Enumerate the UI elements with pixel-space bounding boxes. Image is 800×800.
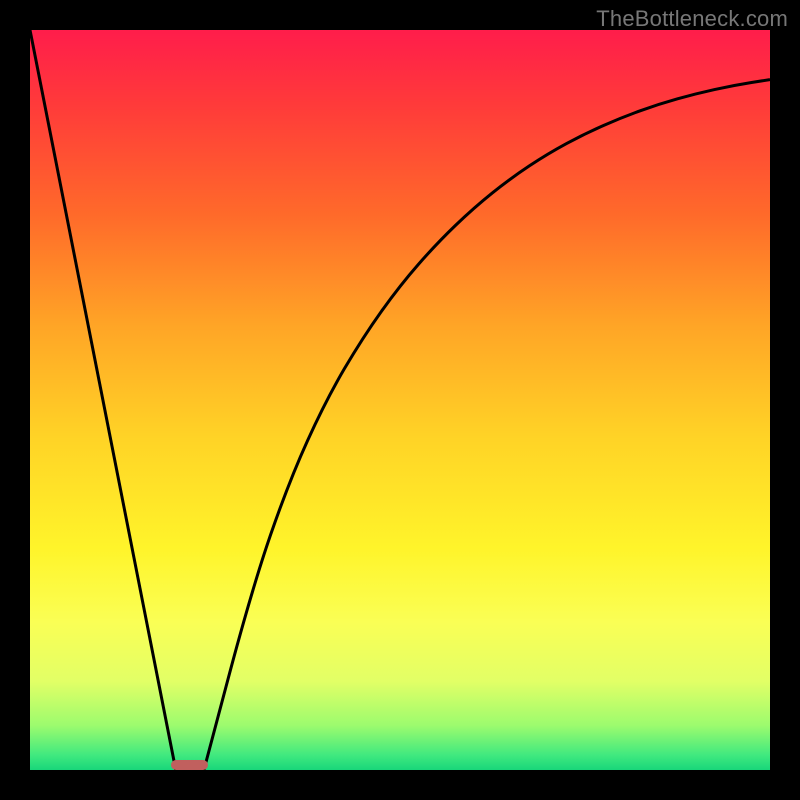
chart-container: TheBottleneck.com bbox=[0, 0, 800, 800]
curve-svg bbox=[30, 30, 770, 770]
bottleneck-marker bbox=[171, 760, 208, 770]
watermark-text: TheBottleneck.com bbox=[596, 6, 788, 32]
plot-area bbox=[30, 30, 770, 770]
curve-right bbox=[204, 80, 770, 770]
curve-left-line bbox=[30, 30, 176, 770]
